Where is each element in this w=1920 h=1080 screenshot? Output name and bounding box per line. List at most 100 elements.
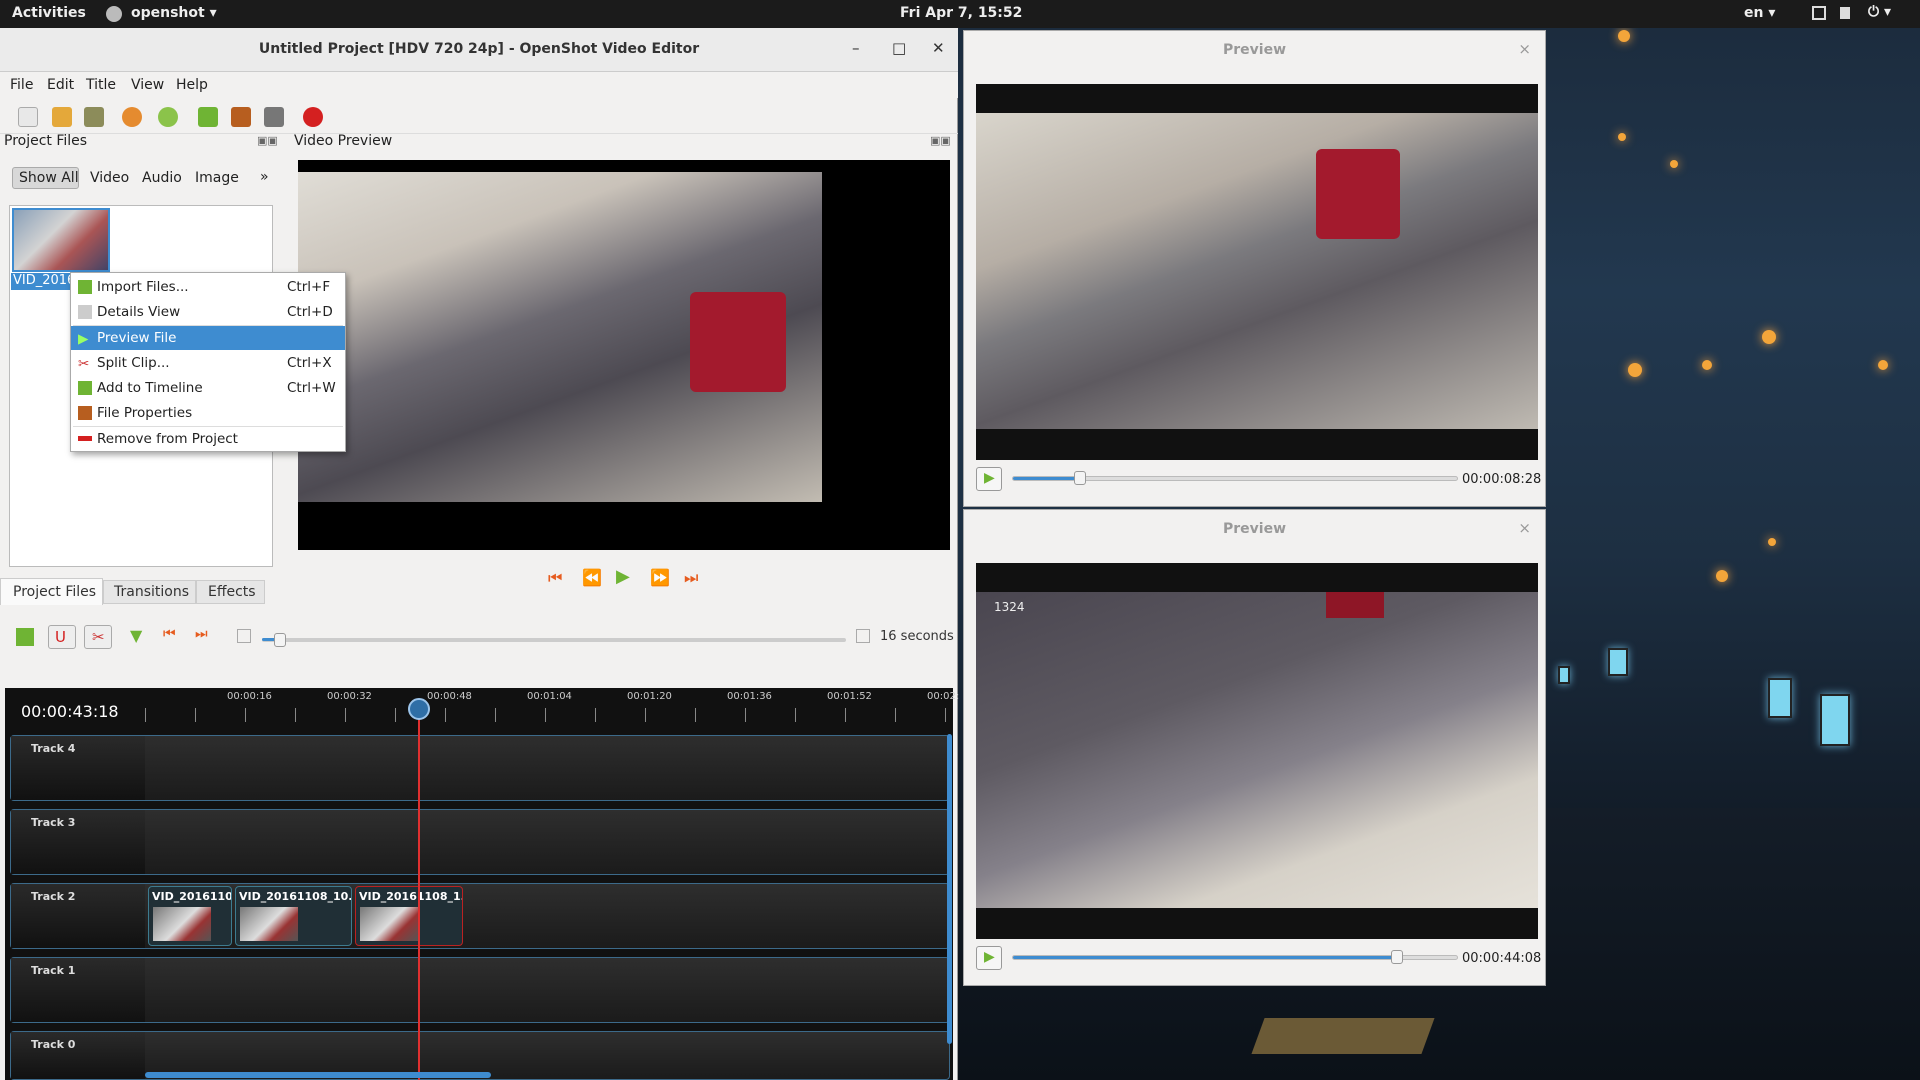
playhead-handle[interactable] [408,698,430,720]
menu-item-details-view[interactable]: Details View Ctrl+D [71,300,345,324]
add-track-icon[interactable] [16,628,34,646]
menu-item-remove-from-project[interactable]: Remove from Project [71,427,345,451]
timeline-vertical-scrollbar[interactable] [947,734,952,1044]
export-video-icon[interactable] [303,107,323,127]
menu-item-preview-file[interactable]: ▶ Preview File [71,326,345,350]
timeline-clip[interactable]: VID_20161108 [148,886,232,946]
dock-float-close-icon[interactable]: ▣▣ [257,134,278,147]
close-button[interactable]: ✕ [932,39,945,57]
save-project-icon[interactable] [84,107,104,127]
track-1[interactable]: Track 1 [10,957,950,1023]
preview-play-button[interactable]: ▶ [976,467,1002,491]
network-icon[interactable] [1812,6,1826,20]
current-time: 00:00:43:18 [21,702,119,721]
language-selector[interactable]: en ▾ [1744,5,1775,21]
frame-number: 1324 [994,600,1025,614]
dock-float-close-icon[interactable]: ▣▣ [930,134,951,147]
track-name: Track 3 [11,810,145,874]
activities-button[interactable]: Activities [12,5,86,21]
ruler-label: 00:02: [927,691,960,702]
menu-title[interactable]: Title [86,77,116,93]
fullscreen-icon[interactable] [264,107,284,127]
system-top-bar: Activities openshot ▾ Fri Apr 7, 15:52 e… [0,0,1920,28]
timeline-ruler[interactable]: 00:00:16 00:00:32 00:00:48 00:01:04 00:0… [145,688,959,724]
seek-handle[interactable] [1390,950,1403,964]
filter-video[interactable]: Video [90,170,129,186]
ruler-label: 00:01:36 [727,691,772,702]
track-name: Track 1 [11,958,145,1022]
jump-start-icon[interactable]: ⏮ [548,568,562,588]
menu-file[interactable]: File [10,77,33,93]
more-filters-button[interactable]: » [260,169,269,185]
menu-item-shortcut: Ctrl+D [287,304,333,320]
track-4[interactable]: Track 4 [10,735,950,801]
plus-icon [78,381,92,395]
redo-icon[interactable] [158,107,178,127]
tab-effects[interactable]: Effects [196,580,265,604]
preview-close-button[interactable]: × [1518,40,1531,58]
menu-item-file-properties[interactable]: File Properties [71,401,345,425]
app-menu[interactable]: openshot ▾ [131,5,217,21]
menu-help[interactable]: Help [176,77,208,93]
import-files-icon[interactable] [198,107,218,127]
magnet-icon: U [55,628,66,646]
filter-audio[interactable]: Audio [142,170,182,186]
next-marker-icon[interactable]: ⏭ [195,626,208,642]
preview-timecode: 00:00:08:28 [1462,472,1542,487]
razor-toggle[interactable]: ✂ [84,625,112,649]
track-3[interactable]: Track 3 [10,809,950,875]
seek-handle[interactable] [1073,471,1086,485]
preview-play-button[interactable]: ▶ [976,946,1002,970]
previous-marker-icon[interactable]: ⏮ [163,626,176,642]
file-thumbnail[interactable] [12,208,110,272]
volume-icon[interactable] [1840,7,1850,19]
preview-seek-bar[interactable] [1012,471,1458,485]
tab-label: Effects [208,584,256,600]
file-name-label[interactable]: VID_2016 [11,273,73,290]
menu-item-add-to-timeline[interactable]: Add to Timeline Ctrl+W [71,376,345,400]
menu-item-shortcut: Ctrl+W [287,380,336,396]
preview-video: 1324 [976,563,1538,939]
timeline[interactable]: 00:00:43:18 00:00:16 00:00:32 00:00:48 0… [5,688,959,1080]
play-icon: ▶ [984,470,995,486]
fast-forward-icon[interactable]: ⏩ [650,568,670,587]
menu-edit[interactable]: Edit [47,77,74,93]
preview-close-button[interactable]: × [1518,519,1531,537]
preview-video [976,84,1538,460]
zoom-out-icon[interactable] [237,629,251,643]
preview-seek-bar[interactable] [1012,950,1458,964]
add-marker-icon[interactable]: ▼ [130,626,142,645]
open-project-icon[interactable] [52,107,72,127]
clock[interactable]: Fri Apr 7, 15:52 [900,5,1022,21]
properties-icon [78,406,92,420]
menu-item-split-clip[interactable]: ✂ Split Clip... Ctrl+X [71,351,345,375]
tab-project-files[interactable]: Project Files [0,578,103,605]
filter-image[interactable]: Image [195,170,239,186]
timeline-horizontal-scrollbar[interactable] [145,1072,491,1078]
track-2[interactable]: Track 2 VID_20161108 VID_20161108_10... … [10,883,950,949]
zoom-in-icon[interactable] [856,629,870,643]
maximize-button[interactable]: □ [892,39,906,57]
menu-item-label: File Properties [97,405,193,421]
zoom-slider-handle[interactable] [273,633,286,647]
scissors-icon: ✂ [92,628,105,646]
profile-icon[interactable] [231,107,251,127]
tab-transitions[interactable]: Transitions [103,580,196,604]
rewind-icon[interactable]: ⏪ [582,568,602,587]
play-icon[interactable]: ▶ [616,566,630,587]
clip-thumbnail [153,907,211,941]
jump-end-icon[interactable]: ⏭ [684,568,698,588]
preview-frame [976,113,1538,429]
timeline-clip[interactable]: VID_20161108_10... [235,886,352,946]
new-project-icon[interactable] [18,107,38,127]
video-frame [298,172,822,502]
menu-item-import-files[interactable]: Import Files... Ctrl+F [71,275,345,299]
minimize-button[interactable]: – [852,39,860,57]
seek-fill [1013,956,1397,959]
snapping-toggle[interactable]: U [48,625,76,649]
power-icon[interactable]: ⏻ ▾ [1868,4,1891,20]
zoom-slider[interactable] [262,633,846,647]
menu-view[interactable]: View [131,77,164,93]
undo-icon[interactable] [122,107,142,127]
timeline-clip-selected[interactable]: VID_20161108_1... [355,886,463,946]
